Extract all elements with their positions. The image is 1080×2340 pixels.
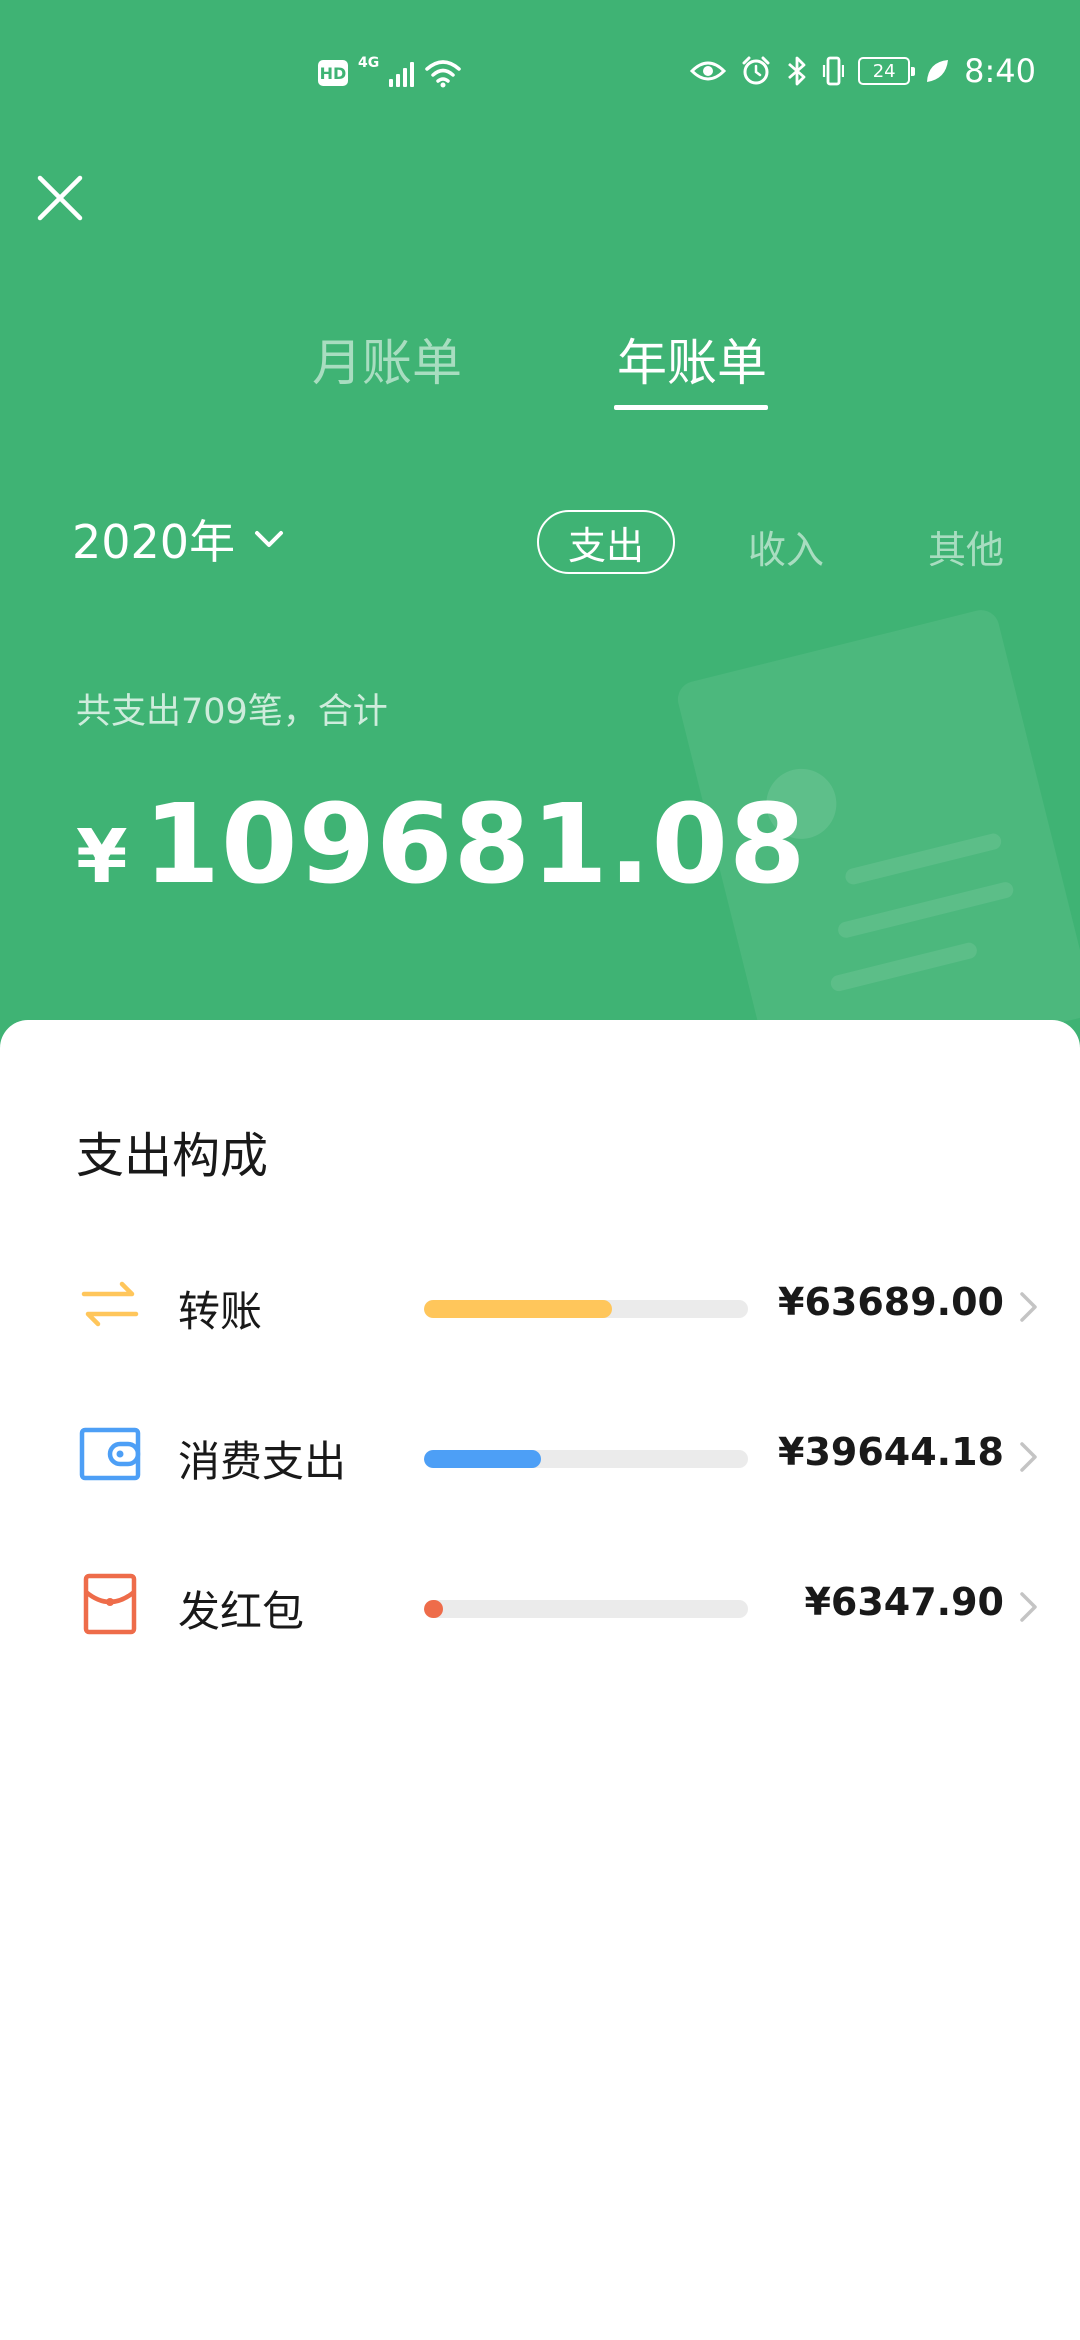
breakdown-amount: ¥6347.90 — [804, 1580, 1004, 1624]
status-time: 8:40 — [964, 52, 1036, 90]
chevron-right-icon — [1020, 1292, 1037, 1322]
breakdown-label: 消费支出 — [178, 1437, 347, 1486]
chevron-down-icon — [255, 531, 284, 547]
progress-track — [424, 1450, 748, 1468]
breakdown-amount: ¥39644.18 — [778, 1430, 1004, 1474]
red-packet-icon — [83, 1573, 137, 1635]
bill-tabs: 月账单 年账单 — [0, 315, 1080, 415]
progress-fill — [424, 1300, 612, 1318]
currency-symbol: ¥ — [76, 814, 128, 900]
leaf-icon — [927, 60, 949, 82]
year-label: 2020年 — [72, 515, 236, 569]
tab-monthly-bill[interactable]: 月账单 — [312, 323, 462, 395]
breakdown-row-red-packet[interactable]: 发红包 ¥6347.90 — [0, 1548, 1080, 1658]
year-selector[interactable]: 2020年 — [72, 506, 285, 572]
progress-fill — [424, 1600, 444, 1618]
transfer-icon — [81, 1281, 139, 1327]
expense-total: ¥ 109681.08 — [76, 780, 807, 908]
chevron-right-icon — [1020, 1592, 1037, 1622]
alarm-icon — [742, 56, 770, 85]
bill-header: HD 4G 24 8:40 月账单 年账单 2020年 支出 收入 其他 共支出… — [0, 0, 1080, 1080]
total-amount: 109681.08 — [143, 780, 807, 908]
breakdown-amount: ¥63689.00 — [778, 1280, 1004, 1324]
breakdown-row-transfer[interactable]: 转账 ¥63689.00 — [0, 1248, 1080, 1358]
breakdown-title: 支出构成 — [76, 1128, 269, 1184]
vibrate-icon — [823, 56, 845, 86]
breakdown-label: 转账 — [178, 1287, 263, 1336]
chip-income[interactable]: 收入 — [748, 519, 824, 574]
network-type: 4G — [358, 55, 380, 71]
progress-fill — [424, 1450, 541, 1468]
battery-icon: 24 — [858, 57, 916, 85]
bluetooth-icon — [788, 56, 806, 86]
chip-other[interactable]: 其他 — [928, 519, 1004, 574]
close-icon — [37, 175, 83, 221]
breakdown-row-consumption[interactable]: 消费支出 ¥39644.18 — [0, 1398, 1080, 1508]
breakdown-label: 发红包 — [178, 1587, 305, 1636]
chevron-right-icon — [1020, 1442, 1037, 1472]
close-button[interactable] — [34, 172, 86, 224]
progress-track — [424, 1300, 748, 1318]
breakdown-sheet: 支出构成 转账 ¥63689.00 消费支出 ¥39644.18 发红包 ¥63… — [0, 1020, 1080, 2340]
eye-icon — [690, 61, 727, 81]
tab-yearly-bill[interactable]: 年账单 — [617, 323, 767, 395]
active-tab-indicator — [614, 405, 768, 410]
wallet-icon — [79, 1427, 141, 1481]
chip-expense[interactable]: 支出 — [537, 510, 675, 574]
expense-summary-text: 共支出709笔，合计 — [76, 692, 388, 732]
status-bar: HD 4G 24 8:40 — [0, 52, 1080, 102]
progress-track — [424, 1600, 748, 1618]
signal-icon — [389, 59, 415, 87]
wifi-icon — [425, 60, 461, 88]
hd-icon: HD — [318, 60, 348, 86]
